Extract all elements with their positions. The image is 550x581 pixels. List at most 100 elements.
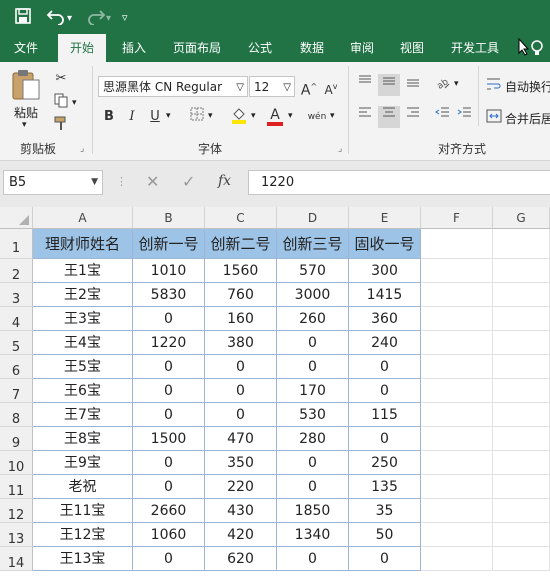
table-cell[interactable]: 50 xyxy=(349,523,421,547)
align-middle-icon[interactable] xyxy=(378,74,400,96)
row-header-13[interactable]: 13 xyxy=(0,523,33,547)
paste-icon[interactable] xyxy=(10,68,42,105)
cell-empty[interactable] xyxy=(493,427,550,451)
tab-page-layout[interactable]: 页面布局 xyxy=(164,34,230,62)
orientation-icon[interactable]: ab xyxy=(432,74,454,96)
table-cell[interactable]: 王12宝 xyxy=(33,523,133,547)
table-cell[interactable]: 570 xyxy=(277,259,349,283)
table-cell[interactable]: 5830 xyxy=(133,283,205,307)
table-cell[interactable]: 王3宝 xyxy=(33,307,133,331)
tab-formulas[interactable]: 公式 xyxy=(238,34,282,62)
column-header-A[interactable]: A xyxy=(33,207,133,229)
table-cell[interactable]: 王2宝 xyxy=(33,283,133,307)
table-cell[interactable]: 老祝 xyxy=(33,475,133,499)
font-name-select[interactable]: 思源黑体 CN Regular ▽ xyxy=(98,76,248,97)
table-cell[interactable]: 0 xyxy=(205,379,277,403)
phonetic-dropdown-icon[interactable]: ▾ xyxy=(330,111,335,121)
wrap-text-label[interactable]: 自动换行 xyxy=(505,78,550,95)
increase-indent-icon[interactable] xyxy=(454,106,476,128)
tab-review[interactable]: 审阅 xyxy=(340,34,384,62)
shrink-font-icon[interactable]: Av xyxy=(320,76,342,98)
font-color-dropdown-icon[interactable]: ▾ xyxy=(288,111,293,121)
row-header-12[interactable]: 12 xyxy=(0,499,33,523)
table-cell[interactable]: 0 xyxy=(133,403,205,427)
table-header-cell[interactable]: 创新三号 xyxy=(277,229,349,259)
table-cell[interactable]: 0 xyxy=(133,307,205,331)
table-cell[interactable]: 0 xyxy=(277,355,349,379)
row-header-8[interactable]: 8 xyxy=(0,403,33,427)
row-header-5[interactable]: 5 xyxy=(0,331,33,355)
enter-icon[interactable]: ✓ xyxy=(182,172,195,191)
table-cell[interactable]: 王9宝 xyxy=(33,451,133,475)
align-right-icon[interactable] xyxy=(402,106,424,128)
table-cell[interactable]: 3000 xyxy=(277,283,349,307)
font-color-icon[interactable]: A xyxy=(264,104,286,126)
table-header-cell[interactable]: 创新一号 xyxy=(133,229,205,259)
paste-dropdown-icon[interactable]: ▾ xyxy=(22,120,27,130)
bold-button[interactable]: B xyxy=(98,106,120,128)
table-cell[interactable]: 王13宝 xyxy=(33,547,133,571)
select-all-corner[interactable] xyxy=(0,207,33,229)
row-header-11[interactable]: 11 xyxy=(0,475,33,499)
format-painter-icon[interactable] xyxy=(50,115,72,137)
table-cell[interactable]: 0 xyxy=(349,355,421,379)
copy-dropdown-icon[interactable]: ▾ xyxy=(72,98,77,108)
cell-empty[interactable] xyxy=(493,547,550,571)
cell-empty[interactable] xyxy=(421,283,493,307)
undo-icon[interactable] xyxy=(46,7,66,30)
decrease-indent-icon[interactable] xyxy=(432,106,454,128)
merge-center-icon[interactable] xyxy=(486,108,502,127)
cell-empty[interactable] xyxy=(421,499,493,523)
align-top-icon[interactable] xyxy=(354,74,376,96)
table-cell[interactable]: 王1宝 xyxy=(33,259,133,283)
tab-view[interactable]: 视图 xyxy=(390,34,434,62)
drag-handle-icon[interactable]: ⋮ xyxy=(116,175,127,188)
chevron-down-icon[interactable]: ▼ xyxy=(91,171,98,194)
table-cell[interactable]: 0 xyxy=(277,331,349,355)
table-cell[interactable]: 0 xyxy=(133,547,205,571)
table-cell[interactable]: 35 xyxy=(349,499,421,523)
column-header-C[interactable]: C xyxy=(205,207,277,229)
tab-data[interactable]: 数据 xyxy=(290,34,334,62)
cell-empty[interactable] xyxy=(421,259,493,283)
table-cell[interactable]: 0 xyxy=(133,451,205,475)
table-cell[interactable]: 135 xyxy=(349,475,421,499)
cell-empty[interactable] xyxy=(493,499,550,523)
table-cell[interactable]: 470 xyxy=(205,427,277,451)
table-cell[interactable]: 王4宝 xyxy=(33,331,133,355)
cell-empty[interactable] xyxy=(421,355,493,379)
formula-input[interactable]: 1220 xyxy=(248,170,550,195)
table-cell[interactable]: 1415 xyxy=(349,283,421,307)
table-cell[interactable]: 0 xyxy=(205,355,277,379)
tab-home[interactable]: 开始 xyxy=(58,34,106,62)
column-header-E[interactable]: E xyxy=(349,207,421,229)
table-cell[interactable]: 0 xyxy=(277,475,349,499)
table-cell[interactable]: 1500 xyxy=(133,427,205,451)
cell-empty[interactable] xyxy=(421,403,493,427)
cell-empty[interactable] xyxy=(493,475,550,499)
wrap-text-icon[interactable] xyxy=(486,76,502,95)
cell-empty[interactable] xyxy=(421,475,493,499)
undo-dropdown-icon[interactable]: ▾ xyxy=(67,9,72,29)
table-cell[interactable]: 0 xyxy=(349,427,421,451)
cell-empty[interactable] xyxy=(493,451,550,475)
row-header-7[interactable]: 7 xyxy=(0,379,33,403)
table-cell[interactable]: 240 xyxy=(349,331,421,355)
row-header-6[interactable]: 6 xyxy=(0,355,33,379)
table-cell[interactable]: 1340 xyxy=(277,523,349,547)
table-cell[interactable]: 0 xyxy=(277,547,349,571)
column-header-G[interactable]: G xyxy=(493,207,550,229)
table-cell[interactable]: 0 xyxy=(277,451,349,475)
cell-empty[interactable] xyxy=(421,427,493,451)
fill-color-icon[interactable] xyxy=(228,106,250,128)
table-cell[interactable]: 王6宝 xyxy=(33,379,133,403)
cell-empty[interactable] xyxy=(421,229,493,259)
tab-insert[interactable]: 插入 xyxy=(112,34,156,62)
redo-dropdown-icon[interactable]: ▾ xyxy=(106,9,111,29)
table-cell[interactable]: 620 xyxy=(205,547,277,571)
row-header-1[interactable]: 1 xyxy=(0,229,33,259)
table-cell[interactable]: 0 xyxy=(133,475,205,499)
save-icon[interactable] xyxy=(14,7,32,30)
table-header-cell[interactable]: 固收一号 xyxy=(349,229,421,259)
table-cell[interactable]: 0 xyxy=(133,379,205,403)
